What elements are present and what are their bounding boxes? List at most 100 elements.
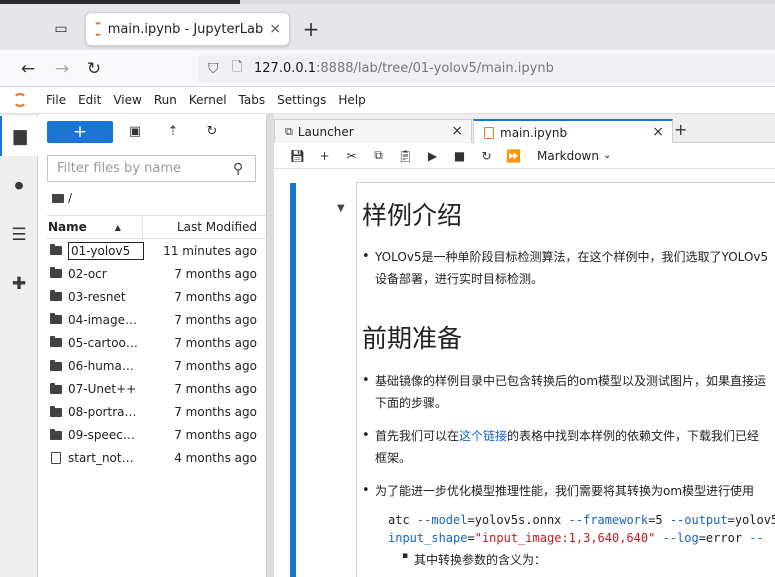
file-row[interactable]: 02-ocr 7 months ago: [47, 262, 266, 285]
menu-file[interactable]: File: [40, 87, 72, 114]
file-row[interactable]: 09-speec… 7 months ago: [47, 424, 266, 447]
file-modified: 7 months ago: [174, 289, 257, 304]
folder-icon: [50, 290, 62, 302]
new-folder-icon[interactable]: ▣: [125, 122, 145, 142]
stop-icon[interactable]: ■: [446, 149, 473, 163]
file-row[interactable]: 03-resnet 7 months ago: [47, 285, 266, 308]
folder-icon: [50, 428, 62, 440]
reload-icon[interactable]: ↻: [82, 57, 106, 81]
close-launcher-tab-icon[interactable]: ×: [451, 123, 463, 139]
file-name: start_not…: [68, 451, 134, 466]
file-row[interactable]: 01-yolov5 11 minutes ago: [47, 239, 266, 262]
heading-preparation: 前期准备: [362, 324, 463, 353]
url-host: 127.0.0.1: [254, 61, 317, 76]
run-icon[interactable]: ▶: [419, 149, 446, 163]
shield-icon[interactable]: ⛉: [208, 61, 224, 77]
close-notebook-tab-icon[interactable]: ×: [652, 124, 664, 140]
new-launcher-button[interactable]: +: [47, 121, 113, 143]
menu-run[interactable]: Run: [148, 87, 183, 114]
menu-settings[interactable]: Settings: [271, 87, 332, 114]
breadcrumb-root[interactable]: /: [68, 191, 72, 205]
code-line-2: input_shape="input_image:1,3,640,640" --…: [388, 531, 764, 545]
insert-cell-icon[interactable]: +: [311, 149, 338, 163]
collapse-heading-icon[interactable]: ▼: [337, 203, 345, 214]
file-modified: 7 months ago: [174, 382, 257, 397]
file-row[interactable]: 08-portra… 7 months ago: [47, 401, 266, 424]
folder-icon: [50, 244, 62, 256]
page-icon[interactable]: 🗋: [232, 58, 246, 80]
file-browser-folder-icon[interactable]: ▆: [0, 116, 38, 156]
menu-edit[interactable]: Edit: [72, 87, 107, 114]
tab-launcher[interactable]: ⧉ Launcher ×: [274, 119, 472, 143]
refresh-icon[interactable]: ↻: [202, 122, 222, 142]
list-item: 基础镜像的样例目录中已包含转换后的om模型以及测试图片，如果直接运 下面的步骤。: [362, 370, 775, 414]
file-name: 09-speec…: [68, 428, 135, 443]
file-row[interactable]: 06-huma… 7 months ago: [47, 354, 266, 377]
folder-icon: [50, 359, 62, 371]
list-item: 首先我们可以在这个链接的表格中找到本样例的依赖文件，下载我们已经 框架。: [362, 425, 775, 469]
active-cell-indicator: [290, 183, 296, 577]
file-filter-box[interactable]: ⚲: [47, 155, 256, 182]
forward-arrow-icon[interactable]: →: [50, 57, 74, 81]
jupyter-favicon-icon: [94, 22, 102, 36]
save-icon[interactable]: 💾︎: [284, 149, 311, 163]
cell-type-value: Markdown: [537, 148, 599, 163]
file-modified: 7 months ago: [174, 359, 257, 374]
file-name: 02-ocr: [68, 266, 107, 281]
running-sessions-icon[interactable]: ⏺: [0, 166, 38, 206]
file-browser-toolbar: + ▣ ⇡ ↻: [38, 114, 266, 150]
file-filter-input[interactable]: [57, 161, 227, 176]
tab-main-ipynb[interactable]: main.ipynb ×: [473, 119, 673, 144]
extensions-puzzle-icon[interactable]: ✚: [0, 264, 38, 304]
folder-icon: [50, 267, 62, 279]
heading-example-intro: 样例介绍: [362, 201, 463, 230]
jupyter-logo-icon: [0, 87, 40, 114]
copy-icon[interactable]: ⧉: [365, 148, 392, 163]
url-bar[interactable]: ⛉ 🗋 127.0.0.1:8888/lab/tree/01-yolov5/ma…: [198, 54, 775, 83]
folder-icon: [50, 405, 62, 417]
jupyter-menubar: File Edit View Run Kernel Tabs Settings …: [0, 87, 775, 114]
menu-tabs[interactable]: Tabs: [233, 87, 272, 114]
paste-icon[interactable]: 📋︎: [392, 149, 419, 163]
new-launcher-tab-button[interactable]: +: [674, 120, 687, 139]
file-row[interactable]: 07-Unet++ 7 months ago: [47, 378, 266, 401]
cut-icon[interactable]: ✂: [338, 149, 365, 163]
column-name-header[interactable]: Name ▲: [47, 220, 142, 234]
left-activity-bar: ▆ ⏺ ☰ ✚: [0, 114, 38, 577]
close-tab-icon[interactable]: ×: [269, 21, 281, 37]
dependency-link[interactable]: 这个链接: [459, 429, 507, 443]
browser-navbar: ← → ↻ ⛉ 🗋 127.0.0.1:8888/lab/tree/01-yol…: [0, 50, 775, 87]
file-modified: 7 months ago: [174, 335, 257, 350]
column-modified-header[interactable]: Last Modified: [143, 220, 266, 234]
menu-view[interactable]: View: [107, 87, 147, 114]
table-of-contents-icon[interactable]: ☰: [0, 215, 38, 255]
cell-type-dropdown[interactable]: Markdown ⌄: [537, 149, 611, 163]
list-item: YOLOv5是一种单阶段目标检测算法，在这个样例中，我们选取了YOLOv5 设备…: [362, 246, 775, 290]
file-modified: 7 months ago: [174, 312, 257, 327]
file-row[interactable]: start_not… 4 months ago: [47, 447, 266, 470]
breadcrumb[interactable]: /: [52, 191, 72, 205]
window-top-edge: [0, 0, 775, 4]
panel-splitter[interactable]: [266, 114, 274, 577]
menu-help[interactable]: Help: [332, 87, 371, 114]
upload-icon[interactable]: ⇡: [163, 122, 183, 142]
tab-list-icon[interactable]: ▭: [50, 18, 72, 40]
file-name: 06-huma…: [68, 359, 134, 374]
file-row[interactable]: 04-image… 7 months ago: [47, 308, 266, 331]
folder-icon: [50, 382, 62, 394]
search-icon: ⚲: [233, 160, 244, 177]
file-modified: 7 months ago: [174, 266, 257, 281]
menu-kernel[interactable]: Kernel: [183, 87, 233, 114]
browser-tab-main[interactable]: main.ipynb - JupyterLab ×: [85, 12, 290, 46]
back-arrow-icon[interactable]: ←: [16, 57, 40, 81]
notebook-toolbar: 💾︎ + ✂ ⧉ 📋︎ ▶ ■ ↻ ⏩ Markdown ⌄: [274, 143, 775, 169]
file-row[interactable]: 05-cartoo… 7 months ago: [47, 331, 266, 354]
chevron-down-icon: ⌄: [602, 150, 612, 161]
new-tab-button[interactable]: +: [300, 17, 322, 41]
restart-icon[interactable]: ↻: [473, 149, 500, 163]
folder-icon: [50, 336, 62, 348]
notebook-panel: ▼ 样例介绍 YOLOv5是一种单阶段目标检测算法，在这个样例中，我们选取了YO…: [274, 169, 775, 577]
browser-tab-strip: ▭ main.ipynb - JupyterLab × +: [0, 0, 775, 50]
fast-forward-icon[interactable]: ⏩: [500, 149, 527, 163]
url-path: :8888/lab/tree/01-yolov5/main.ipynb: [316, 61, 554, 76]
